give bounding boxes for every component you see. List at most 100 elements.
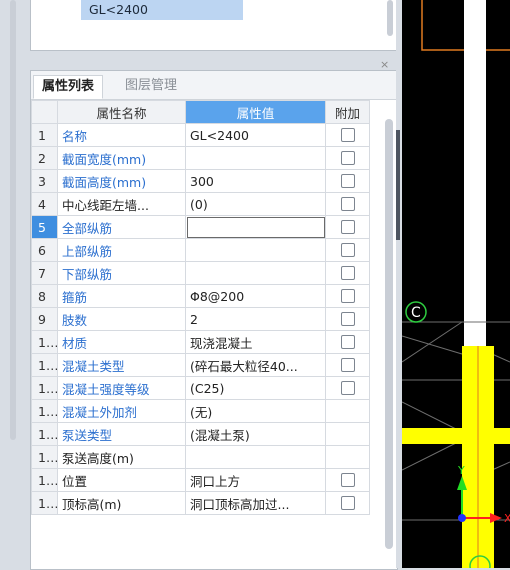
property-row[interactable]: 9 肢数 2 xyxy=(31,307,370,331)
y-axis-label: Y xyxy=(457,464,465,477)
property-name[interactable]: 名称 xyxy=(57,123,186,147)
row-number[interactable]: 1 xyxy=(31,123,58,147)
row-number[interactable]: 8 xyxy=(31,284,58,308)
property-scrollbar[interactable] xyxy=(385,119,393,549)
extra-checkbox[interactable] xyxy=(340,220,355,235)
property-name[interactable]: 顶标高(m) xyxy=(57,491,186,515)
extra-cell xyxy=(325,146,370,170)
property-row[interactable]: 3 截面高度(mm) 300 xyxy=(31,169,370,193)
property-value[interactable]: (混凝土泵) xyxy=(185,422,326,446)
extra-checkbox[interactable] xyxy=(340,197,355,212)
property-name[interactable]: 泵送高度(m) xyxy=(57,445,186,469)
property-row[interactable]: 11 混凝土类型 (碎石最大粒径40... xyxy=(31,353,370,377)
extra-checkbox[interactable] xyxy=(340,128,355,143)
extra-checkbox[interactable] xyxy=(340,473,355,488)
property-row[interactable]: 7 下部纵筋 xyxy=(31,261,370,285)
property-value[interactable]: 洞口顶标高加过... xyxy=(185,491,326,515)
extra-checkbox[interactable] xyxy=(340,174,355,189)
column-header-extra[interactable]: 附加 xyxy=(325,100,370,124)
property-value[interactable]: Φ8@200 xyxy=(185,284,326,308)
extra-checkbox[interactable] xyxy=(340,243,355,258)
property-value[interactable]: (碎石最大粒径40... xyxy=(185,353,326,377)
extra-checkbox[interactable] xyxy=(340,358,355,373)
extra-cell xyxy=(325,307,370,331)
extra-checkbox[interactable] xyxy=(340,335,355,350)
property-name[interactable]: 泵送类型 xyxy=(57,422,186,446)
column-header-name[interactable]: 属性名称 xyxy=(57,100,186,124)
property-name[interactable]: 位置 xyxy=(57,468,186,492)
row-number[interactable]: 5 xyxy=(31,215,58,239)
property-name[interactable]: 截面宽度(mm) xyxy=(57,146,186,170)
row-number[interactable]: 12 xyxy=(31,376,58,400)
property-name[interactable]: 下部纵筋 xyxy=(57,261,186,285)
row-number[interactable]: 16 xyxy=(31,468,58,492)
extra-cell xyxy=(325,422,370,446)
property-row[interactable]: 15 泵送高度(m) xyxy=(31,445,370,469)
property-name[interactable]: 全部纵筋 xyxy=(57,215,186,239)
row-number[interactable]: 6 xyxy=(31,238,58,262)
property-name[interactable]: 箍筋 xyxy=(57,284,186,308)
property-row[interactable]: 6 上部纵筋 xyxy=(31,238,370,262)
property-value[interactable] xyxy=(185,146,326,170)
left-panel-scrollbar[interactable] xyxy=(10,0,16,440)
property-value[interactable] xyxy=(185,238,326,262)
tab-layer-management[interactable]: 图层管理 xyxy=(117,75,185,99)
row-number[interactable]: 11 xyxy=(31,353,58,377)
property-value[interactable] xyxy=(185,215,326,239)
property-name[interactable]: 混凝土外加剂 xyxy=(57,399,186,423)
row-number[interactable]: 14 xyxy=(31,422,58,446)
property-row[interactable]: 1 名称 GL<2400 xyxy=(31,123,370,147)
property-name[interactable]: 肢数 xyxy=(57,307,186,331)
tab-property-list[interactable]: 属性列表 xyxy=(33,75,104,99)
property-row[interactable]: 8 箍筋 Φ8@200 xyxy=(31,284,370,308)
property-row[interactable]: 17 顶标高(m) 洞口顶标高加过... xyxy=(31,491,370,515)
property-row[interactable]: 14 泵送类型 (混凝土泵) xyxy=(31,422,370,446)
row-number[interactable]: 13 xyxy=(31,399,58,423)
extra-checkbox[interactable] xyxy=(340,151,355,166)
property-row[interactable]: 13 混凝土外加剂 (无) xyxy=(31,399,370,423)
property-row[interactable]: 10 材质 现浇混凝土 xyxy=(31,330,370,354)
property-value[interactable]: (无) xyxy=(185,399,326,423)
property-name[interactable]: 材质 xyxy=(57,330,186,354)
property-value[interactable]: 2 xyxy=(185,307,326,331)
row-number[interactable]: 4 xyxy=(31,192,58,216)
property-value[interactable]: GL<2400 xyxy=(185,123,326,147)
extra-checkbox[interactable] xyxy=(340,496,355,511)
cad-drawing-canvas[interactable]: C Y X xyxy=(402,0,510,568)
property-name[interactable]: 混凝土强度等级 xyxy=(57,376,186,400)
extra-checkbox[interactable] xyxy=(340,381,355,396)
row-number[interactable]: 3 xyxy=(31,169,58,193)
property-value[interactable] xyxy=(185,261,326,285)
splitter-grip[interactable] xyxy=(396,130,400,240)
property-value[interactable] xyxy=(185,445,326,469)
property-value[interactable]: (0) xyxy=(185,192,326,216)
column-header-value[interactable]: 属性值 xyxy=(185,100,326,124)
property-value[interactable]: 300 xyxy=(185,169,326,193)
property-row[interactable]: 5 全部纵筋 xyxy=(31,215,370,239)
row-number[interactable]: 15 xyxy=(31,445,58,469)
extra-cell xyxy=(325,169,370,193)
row-number[interactable]: 10 xyxy=(31,330,58,354)
row-number[interactable]: 2 xyxy=(31,146,58,170)
row-number[interactable]: 17 xyxy=(31,491,58,515)
tree-scrollbar[interactable] xyxy=(387,0,393,36)
yellow-beam xyxy=(402,428,510,444)
row-number[interactable]: 7 xyxy=(31,261,58,285)
property-row[interactable]: 2 截面宽度(mm) xyxy=(31,146,370,170)
extra-cell xyxy=(325,330,370,354)
property-name[interactable]: 截面高度(mm) xyxy=(57,169,186,193)
property-name[interactable]: 中心线距左墙... xyxy=(57,192,186,216)
row-number[interactable]: 9 xyxy=(31,307,58,331)
property-row[interactable]: 4 中心线距左墙... (0) xyxy=(31,192,370,216)
extra-checkbox[interactable] xyxy=(340,312,355,327)
property-row[interactable]: 16 位置 洞口上方 xyxy=(31,468,370,492)
extra-checkbox[interactable] xyxy=(340,266,355,281)
property-value[interactable]: (C25) xyxy=(185,376,326,400)
property-row[interactable]: 12 混凝土强度等级 (C25) xyxy=(31,376,370,400)
property-value[interactable]: 现浇混凝土 xyxy=(185,330,326,354)
property-name[interactable]: 上部纵筋 xyxy=(57,238,186,262)
property-name[interactable]: 混凝土类型 xyxy=(57,353,186,377)
property-value[interactable]: 洞口上方 xyxy=(185,468,326,492)
tree-item-selected[interactable]: GL<2400 xyxy=(81,0,243,20)
extra-checkbox[interactable] xyxy=(340,289,355,304)
